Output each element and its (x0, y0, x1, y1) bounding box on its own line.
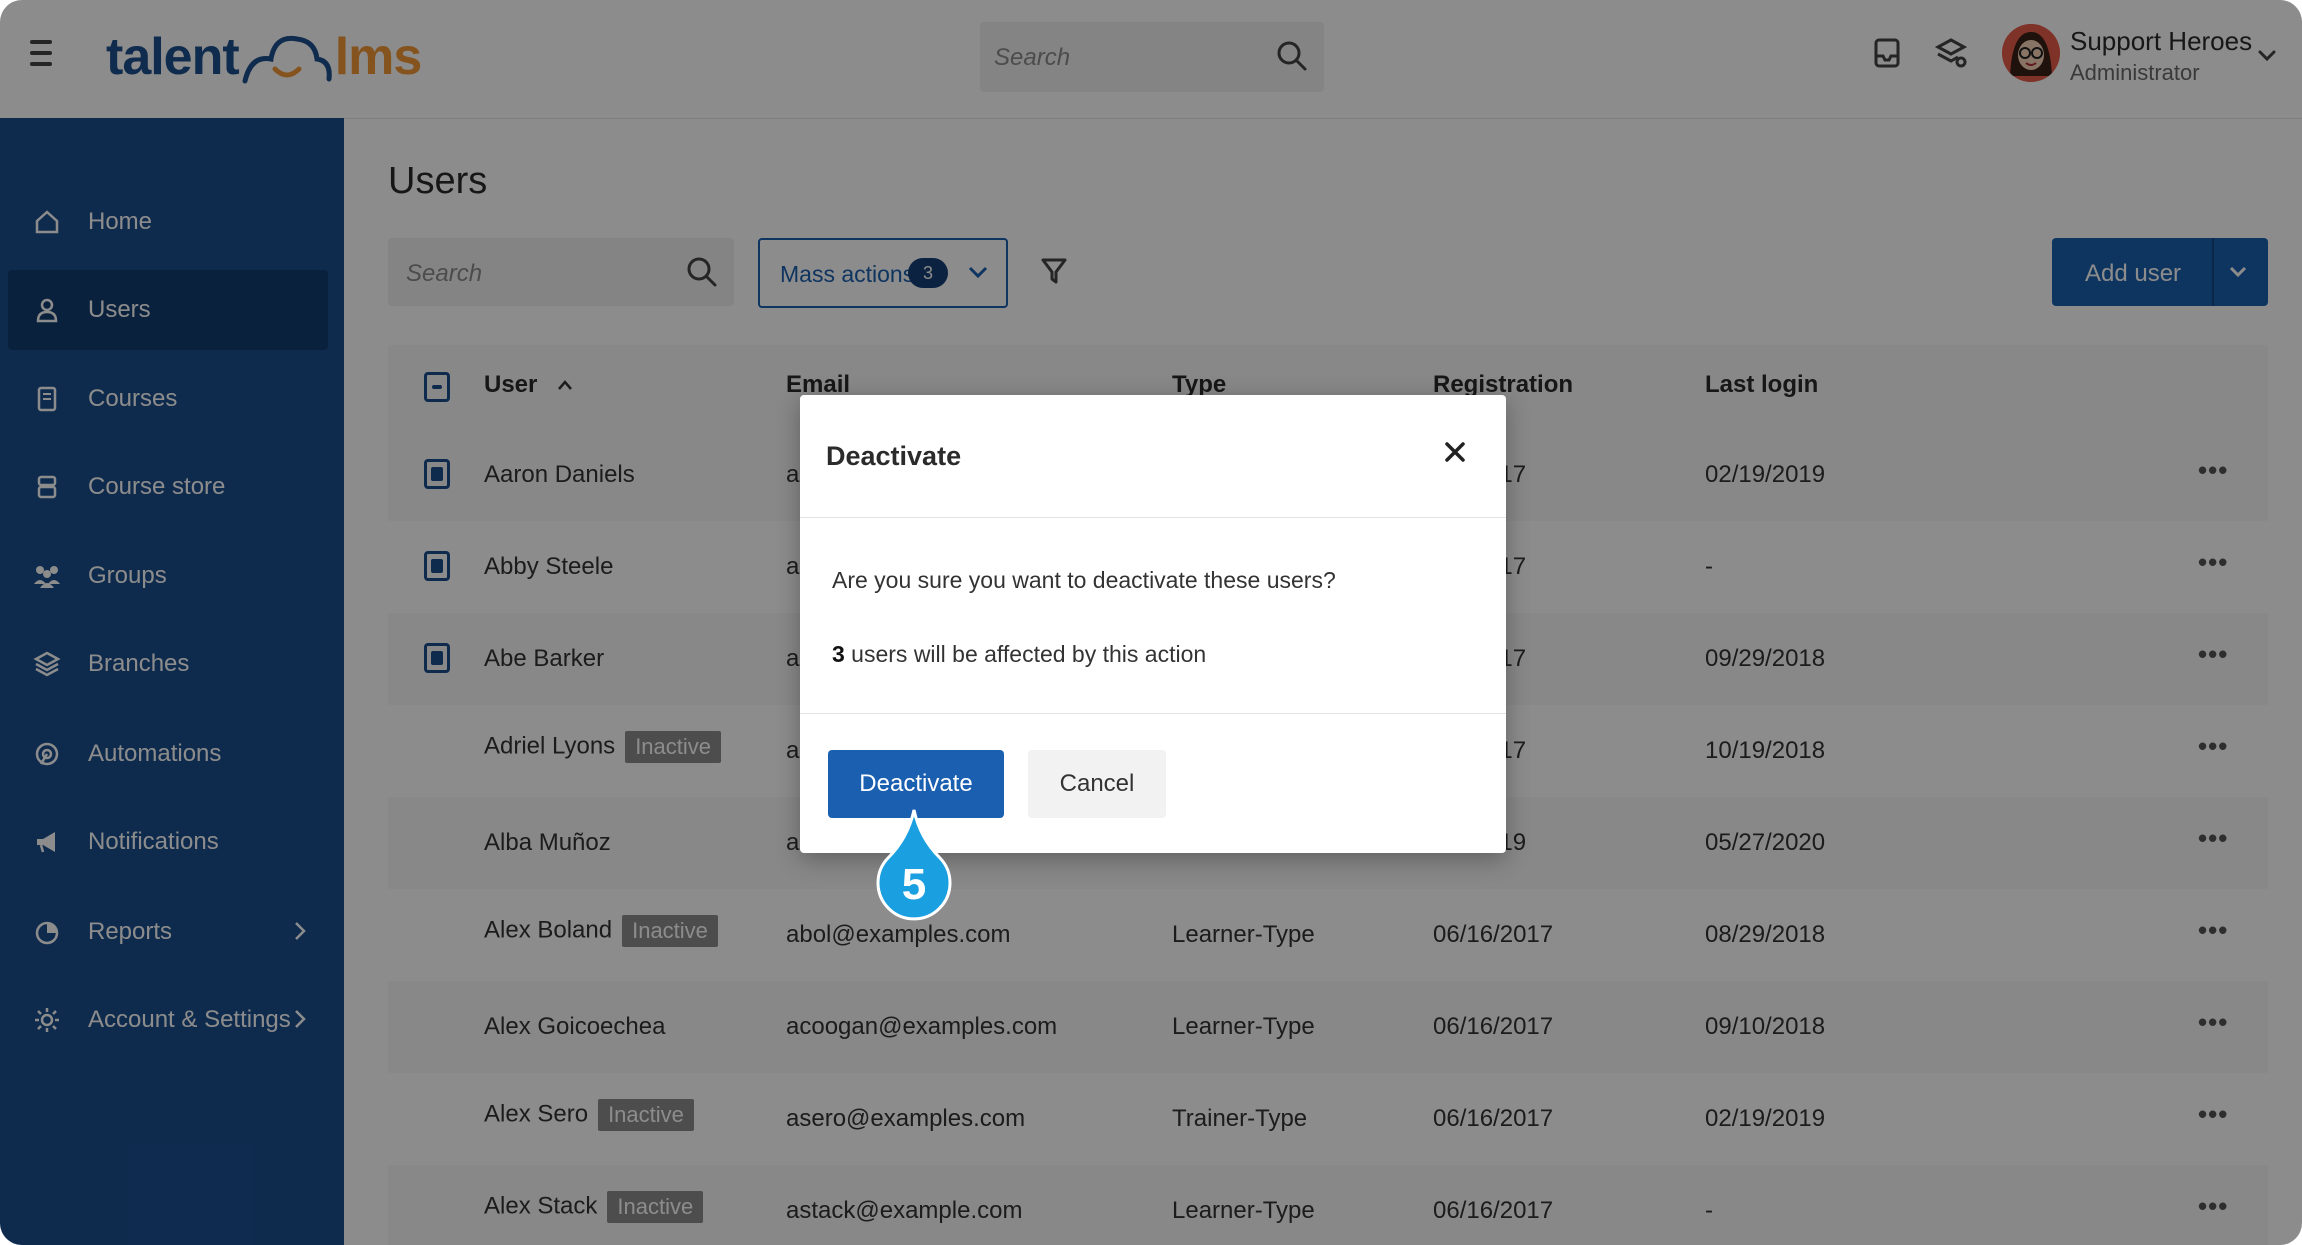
step-number: 5 (901, 860, 927, 909)
divider (800, 517, 1506, 518)
dialog-title: Deactivate (826, 441, 962, 471)
step-marker: 5 (874, 808, 954, 926)
deactivate-dialog: Deactivate Are you sure you want to deac… (800, 395, 1506, 853)
divider (800, 713, 1506, 714)
app-window: talent lms Search Support Heroes Adminis… (0, 0, 2302, 1245)
dialog-question: Are you sure you want to deactivate thes… (832, 567, 1336, 593)
close-icon[interactable] (1440, 437, 1470, 467)
affected-count: 3 (832, 641, 845, 667)
cancel-button[interactable]: Cancel (1028, 750, 1166, 818)
dialog-affected-text: 3 users will be affected by this action (832, 641, 1207, 667)
